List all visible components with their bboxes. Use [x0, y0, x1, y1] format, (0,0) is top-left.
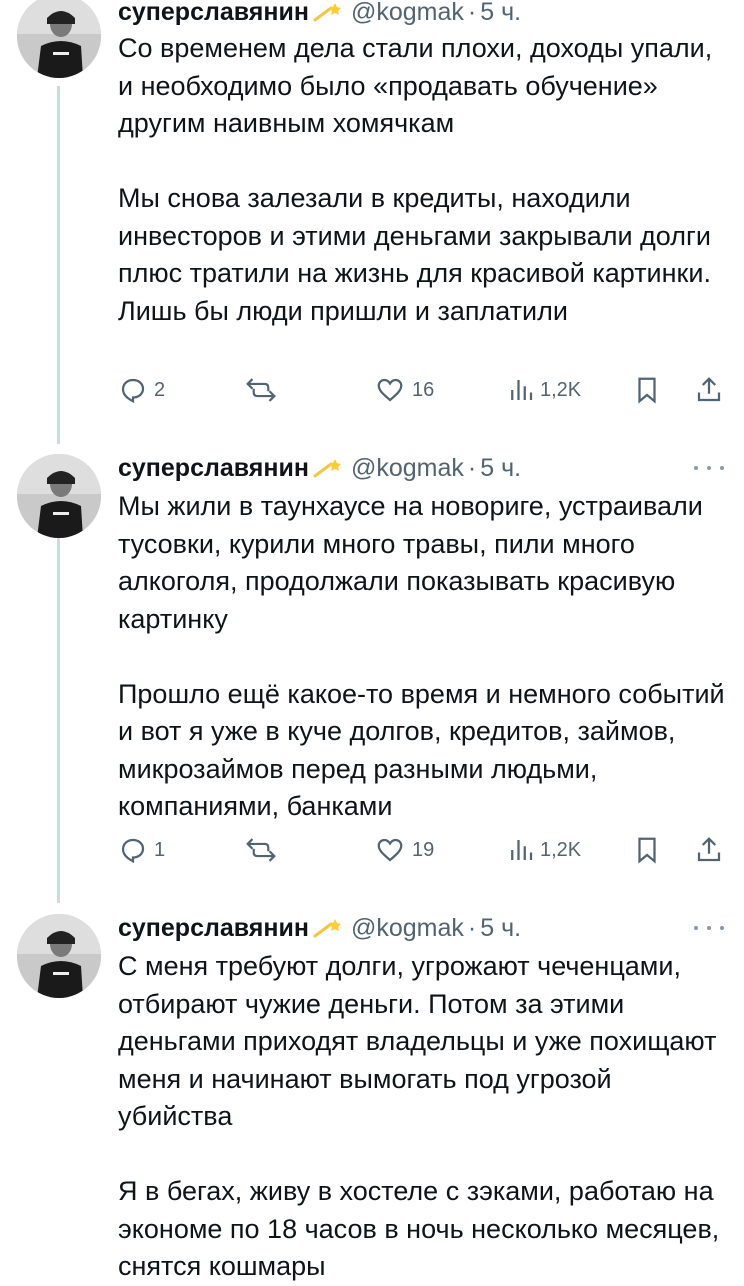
timestamp[interactable]: 5 ч.: [480, 454, 521, 483]
paragraph: Прошло ещё какое-то время и немного собы…: [118, 678, 725, 822]
bookmark-icon: [638, 377, 656, 404]
views-count: 1,2K: [540, 378, 582, 401]
more-options-button[interactable]: [694, 918, 724, 938]
action-bar: 1 19 1,2K: [118, 830, 728, 870]
avatar[interactable]: [17, 454, 101, 538]
bookmark-icon: [638, 837, 656, 864]
reply-count: 2: [154, 378, 166, 401]
heart-icon: [377, 378, 403, 402]
more-dot: [707, 926, 711, 930]
tweet-text: С меня требуют долги, угрожают чеченцами…: [118, 948, 728, 1286]
more-dot: [720, 926, 724, 930]
more-dot: [694, 466, 698, 470]
paragraph: Мы жили в таунхаусе на новориге, устраив…: [118, 491, 703, 634]
shooting-star-icon: [313, 916, 343, 940]
more-dot: [694, 926, 698, 930]
views-icon: [511, 840, 533, 860]
tweet-text: Со временем дела стали плохи, доходы упа…: [118, 30, 728, 330]
like-button[interactable]: 19: [374, 830, 434, 870]
avatar-photo: [17, 0, 101, 78]
share-icon: [697, 837, 721, 862]
more-dot: [720, 466, 724, 470]
tweet[interactable]: суперславянин @kogmak · 5 ч. Мы жили в т…: [0, 450, 744, 900]
avatar-photo: [17, 914, 101, 998]
paragraph: Я в бегах, живу в хостеле с зэками, рабо…: [118, 1176, 720, 1281]
display-name[interactable]: суперславянин: [118, 914, 309, 943]
more-dot: [707, 466, 711, 470]
tweet-header: суперславянин @kogmak · 5 ч.: [118, 910, 521, 946]
views-button[interactable]: 1,2K: [508, 370, 581, 410]
retweet-icon: [246, 838, 276, 862]
tweet-text: Мы жили в таунхаусе на новориге, устраив…: [118, 488, 728, 826]
tweet[interactable]: суперславянин @kogmak · 5 ч. Со временем…: [0, 0, 744, 430]
shooting-star-icon: [313, 0, 343, 24]
separator-dot: ·: [467, 913, 477, 942]
bookmark-button[interactable]: [634, 830, 660, 870]
views-icon: [511, 380, 533, 400]
handle[interactable]: @kogmak: [351, 454, 464, 483]
separator-dot: ·: [467, 0, 477, 26]
separator-dot: ·: [467, 453, 477, 482]
reply-icon: [121, 378, 145, 404]
avatar-photo: [17, 454, 101, 538]
action-bar: 2 16 1,2K: [118, 370, 728, 410]
paragraph: С меня требуют долги, угрожают чеченцами…: [118, 951, 717, 1131]
tweet-header: суперславянин @kogmak · 5 ч.: [118, 0, 521, 30]
avatar[interactable]: [17, 0, 101, 78]
display-name[interactable]: суперславянин: [118, 454, 309, 483]
handle[interactable]: @kogmak: [351, 914, 464, 943]
more-options-button[interactable]: [694, 458, 724, 478]
like-count: 19: [412, 838, 435, 861]
reply-icon: [121, 838, 145, 864]
like-count: 16: [412, 378, 435, 401]
share-icon: [697, 377, 721, 402]
timestamp[interactable]: 5 ч.: [480, 914, 521, 943]
views-count: 1,2K: [540, 838, 582, 861]
like-button[interactable]: 16: [374, 370, 434, 410]
views-button[interactable]: 1,2K: [508, 830, 581, 870]
shooting-star-icon: [313, 456, 343, 480]
avatar[interactable]: [17, 914, 101, 998]
tweet-header: суперславянин @kogmak · 5 ч.: [118, 450, 521, 486]
retweet-button[interactable]: [244, 830, 278, 870]
share-button[interactable]: [694, 370, 724, 410]
display-name[interactable]: суперславянин: [118, 0, 309, 27]
heart-icon: [377, 838, 403, 862]
retweet-button[interactable]: [244, 370, 278, 410]
retweet-icon: [246, 378, 276, 402]
paragraph: Мы снова залезали в кредиты, находили ин…: [118, 183, 711, 326]
paragraph: Со временем дела стали плохи, доходы упа…: [118, 33, 713, 138]
reply-button[interactable]: 2: [118, 370, 165, 410]
timestamp[interactable]: 5 ч.: [480, 0, 521, 27]
bookmark-button[interactable]: [634, 370, 660, 410]
reply-button[interactable]: 1: [118, 830, 165, 870]
reply-count: 1: [154, 838, 166, 861]
handle[interactable]: @kogmak: [351, 0, 464, 27]
share-button[interactable]: [694, 830, 724, 870]
tweet[interactable]: суперславянин @kogmak · 5 ч. С меня треб…: [0, 910, 744, 1281]
